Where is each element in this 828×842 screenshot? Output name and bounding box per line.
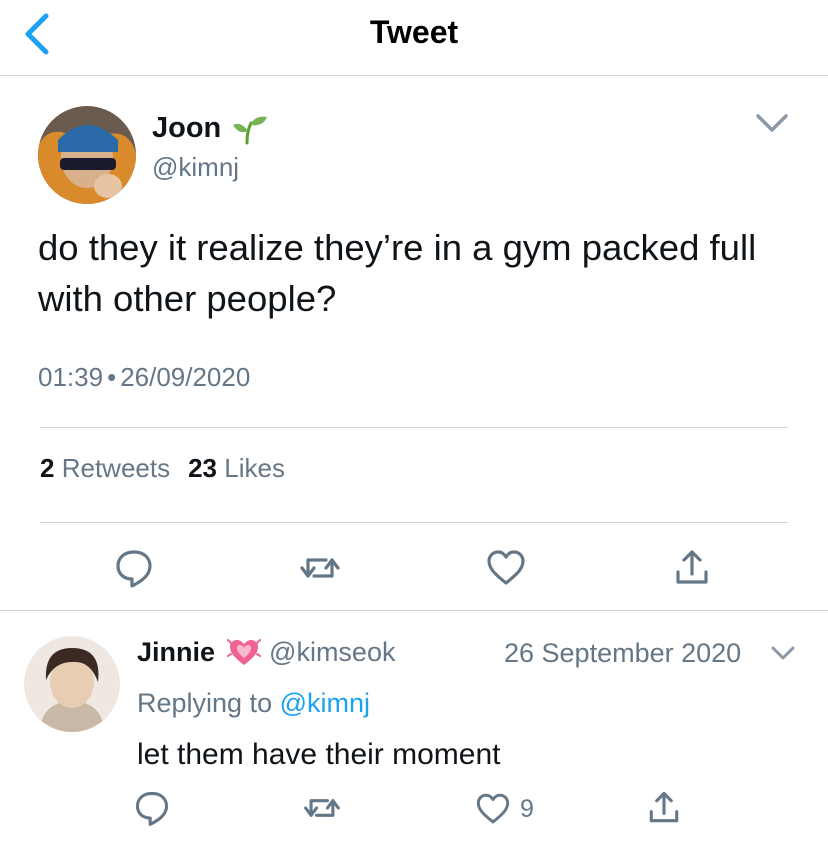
reply-options-button[interactable] — [768, 640, 798, 666]
divider — [0, 610, 828, 611]
page-title: Tweet — [369, 14, 459, 50]
tweet-text: do they it realize they’re in a gym pack… — [38, 227, 757, 319]
tweet-date: 26/09/2020 — [120, 362, 251, 392]
share-icon — [676, 550, 708, 584]
reply-author-name[interactable]: Jinnie — [137, 637, 215, 668]
reply-text: let them have their moment — [137, 738, 501, 771]
reply-retweet-button[interactable] — [302, 788, 342, 828]
tweet-time: 01:39 — [38, 362, 104, 392]
retweet-icon — [300, 558, 340, 578]
avatar[interactable] — [38, 106, 136, 204]
reply-share-button[interactable] — [644, 788, 684, 828]
reply-like-button[interactable]: 9 — [474, 790, 534, 828]
retweet-count: 2 — [40, 453, 55, 483]
growing-heart-emoji — [227, 639, 262, 665]
share-icon — [649, 791, 679, 823]
header-divider — [0, 75, 828, 76]
reply-like-count: 9 — [520, 794, 534, 823]
heart-outline-icon — [487, 550, 525, 585]
replying-to-line: Replying to @kimnj — [137, 688, 370, 719]
reply-date: 26 September 2020 — [504, 638, 742, 668]
mention-link[interactable]: @kimnj — [280, 688, 370, 718]
reply-avatar[interactable] — [24, 636, 120, 732]
speech-bubble-icon — [135, 791, 169, 826]
tweet-timestamp: 01:39 • 26/09/2020 — [38, 362, 250, 393]
divider — [40, 427, 788, 428]
like-count: 23 — [188, 453, 218, 483]
likes-count-link[interactable]: 23 Likes — [188, 453, 285, 484]
retweet-icon — [304, 799, 340, 817]
reply-author-row: Jinnie @kimseok — [137, 636, 395, 668]
author-name-row: Joon — [152, 112, 269, 145]
author-name[interactable]: Joon — [152, 112, 221, 145]
separator-dot: • — [107, 362, 117, 392]
speech-bubble-icon — [116, 550, 152, 588]
tweet-options-button[interactable] — [752, 108, 792, 138]
share-button[interactable] — [670, 546, 714, 590]
retweets-count-link[interactable]: 2 Retweets — [40, 453, 170, 484]
divider — [40, 522, 788, 523]
retweet-button[interactable] — [298, 546, 342, 590]
retweet-label: Retweets — [61, 453, 171, 483]
like-button[interactable] — [484, 546, 528, 590]
reply-button[interactable] — [112, 546, 156, 590]
reply-reply-button[interactable] — [132, 788, 172, 828]
reply-author-handle[interactable]: @kimseok — [269, 637, 395, 668]
replying-prefix: Replying to — [137, 688, 273, 718]
chevron-down-icon — [771, 646, 795, 660]
tweet-stats: 2 Retweets 23 Likes — [40, 453, 303, 484]
chevron-down-icon — [756, 114, 788, 132]
author-handle[interactable]: @kimnj — [152, 152, 239, 183]
heart-outline-icon — [476, 793, 510, 824]
seedling-emoji — [233, 116, 268, 144]
like-label: Likes — [224, 453, 285, 483]
